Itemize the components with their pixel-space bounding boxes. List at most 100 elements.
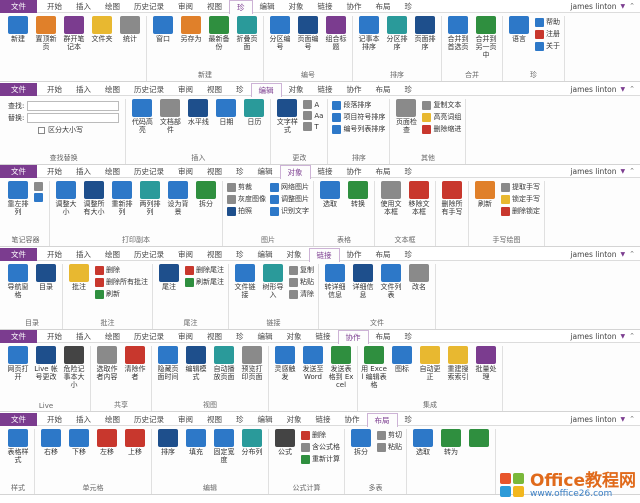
collapse-page-button[interactable]: 折叠页面 bbox=[234, 16, 260, 51]
move-down-button[interactable]: 下移 bbox=[66, 429, 92, 456]
select-button[interactable]: 选取 bbox=[317, 181, 343, 208]
comment-button[interactable]: 批注 bbox=[66, 264, 92, 291]
user-account[interactable]: james linton ▼ ⌃ bbox=[570, 167, 640, 176]
tab-item[interactable]: 对象 bbox=[280, 248, 309, 261]
tab-item[interactable]: 对象 bbox=[280, 330, 309, 343]
collapse-ribbon-icon[interactable]: ⌃ bbox=[629, 85, 637, 93]
edit-excel-button[interactable]: 用 Excel 编辑表格 bbox=[361, 346, 387, 389]
backup-button[interactable]: 最新备份 bbox=[206, 16, 232, 51]
user-account[interactable]: james linton ▼ ⌃ bbox=[570, 85, 640, 94]
tab-item[interactable]: 插入 bbox=[69, 165, 98, 178]
resize-all-button[interactable]: 调整所有大小 bbox=[81, 181, 107, 216]
distribute-button[interactable]: 分布列 bbox=[239, 429, 265, 456]
section-number-button[interactable]: 分区编号 bbox=[267, 16, 293, 51]
tab-item[interactable]: 协作 bbox=[337, 330, 369, 344]
excel-button[interactable] bbox=[466, 429, 492, 448]
tab-item[interactable]: 绘图 bbox=[98, 330, 127, 343]
merge-first-button[interactable]: 合并到首选页 bbox=[445, 16, 471, 51]
adjust-image-button[interactable]: 调整图片 bbox=[270, 194, 309, 204]
tab-item[interactable]: 珍 bbox=[229, 248, 251, 261]
crop-button[interactable]: 剪裁 bbox=[227, 182, 266, 192]
container-button[interactable] bbox=[34, 193, 45, 202]
delete-comment-button[interactable]: 删除 bbox=[95, 265, 148, 275]
to-details-button[interactable]: 转详细信息 bbox=[322, 264, 348, 299]
cut-button[interactable] bbox=[34, 182, 45, 191]
new-button[interactable]: 新建 bbox=[5, 16, 31, 43]
refresh-endnote-button[interactable]: 刷新尾注 bbox=[185, 277, 224, 287]
tab-item[interactable]: 视图 bbox=[200, 83, 229, 96]
autocorrect-button[interactable]: 自动更正 bbox=[417, 346, 443, 381]
tab-item[interactable]: 视图 bbox=[200, 0, 229, 13]
rearrange-button[interactable]: 重新排列 bbox=[109, 181, 135, 216]
tab-item[interactable]: 视图 bbox=[200, 248, 229, 261]
tab-item[interactable]: 链接 bbox=[311, 83, 340, 96]
recalculate-button[interactable]: 重新计算 bbox=[301, 454, 340, 464]
tab-item[interactable]: 历史记录 bbox=[127, 83, 171, 96]
calendar-button[interactable]: 日历 bbox=[241, 99, 267, 126]
collapse-ribbon-icon[interactable]: ⌃ bbox=[629, 2, 637, 10]
tab-item[interactable]: 协作 bbox=[340, 0, 369, 13]
endnote-button[interactable]: 尾注 bbox=[156, 264, 182, 291]
sort-paragraph-button[interactable]: 段落排序 bbox=[332, 100, 385, 110]
tab-item[interactable]: 绘图 bbox=[98, 165, 127, 178]
camera-button[interactable]: 拍照 bbox=[227, 206, 266, 216]
tab-item[interactable]: 编辑 bbox=[251, 248, 280, 261]
tab-file[interactable]: 文件 bbox=[0, 165, 37, 178]
date-button[interactable]: 日期 bbox=[213, 99, 239, 126]
print-preview-button[interactable]: 预览打印页面 bbox=[239, 346, 265, 381]
live-account-button[interactable]: Live 帐号更改 bbox=[33, 346, 59, 381]
two-column-button[interactable]: 两列排列 bbox=[137, 181, 163, 216]
delete-endnote-button[interactable]: 删除尾注 bbox=[185, 265, 224, 275]
text-effect-button[interactable]: T bbox=[303, 122, 323, 131]
set-background-button[interactable]: 设为背景 bbox=[165, 181, 191, 216]
tab-item[interactable]: 对象 bbox=[282, 83, 311, 96]
tab-item[interactable]: 绘图 bbox=[98, 83, 127, 96]
table-sort-button[interactable]: 排序 bbox=[155, 429, 181, 456]
tab-item[interactable]: 协作 bbox=[338, 413, 367, 426]
tab-item[interactable]: 视图 bbox=[200, 330, 229, 343]
collapse-ribbon-icon[interactable]: ⌃ bbox=[629, 167, 637, 175]
remove-textbox-button[interactable]: 移除文本框 bbox=[406, 181, 432, 216]
sort-section-button[interactable]: 分区排序 bbox=[384, 16, 410, 51]
tab-item[interactable]: 链接 bbox=[309, 330, 338, 343]
tab-item[interactable]: 开始 bbox=[40, 330, 69, 343]
grayscale-button[interactable]: 灰度图像 bbox=[227, 194, 266, 204]
save-as-button[interactable]: 另存为 bbox=[178, 16, 204, 43]
send-word-button[interactable]: 发送至 Word bbox=[300, 346, 326, 381]
user-account[interactable]: james linton ▼ ⌃ bbox=[570, 415, 640, 424]
tab-item[interactable]: 开始 bbox=[40, 413, 69, 426]
formula-cells-button[interactable]: 含公式格 bbox=[301, 442, 340, 452]
tab-item[interactable]: 链接 bbox=[311, 165, 340, 178]
convert-table-button[interactable]: 转为 bbox=[438, 429, 464, 456]
delete-formula-button[interactable]: 删除 bbox=[301, 430, 340, 440]
web-image-button[interactable]: 网络图片 bbox=[270, 182, 309, 192]
tab-item[interactable]: 珍 bbox=[229, 165, 251, 178]
tab-item[interactable]: 布局 bbox=[369, 330, 398, 343]
erase-ink-button[interactable]: 删除所有手写 bbox=[439, 181, 465, 216]
file-link-button[interactable]: 文件链接 bbox=[232, 264, 258, 299]
paste-link-button[interactable]: 粘贴 bbox=[289, 277, 314, 287]
select-author-button[interactable]: 选取作者内容 bbox=[94, 346, 120, 381]
collapse-ribbon-icon[interactable]: ⌃ bbox=[629, 332, 637, 340]
tree-import-button[interactable]: 树形导入 bbox=[260, 264, 286, 299]
find-input[interactable] bbox=[27, 101, 120, 111]
font-grow-button[interactable]: A bbox=[303, 100, 323, 109]
collapse-ribbon-icon[interactable]: ⌃ bbox=[629, 415, 637, 423]
highlight-phrase-button[interactable]: 高亮词组 bbox=[422, 112, 461, 122]
tab-item[interactable]: 珍 bbox=[398, 413, 420, 426]
clear-author-button[interactable]: 清除作者 bbox=[122, 346, 148, 381]
language-button[interactable]: 语言 bbox=[506, 16, 532, 43]
cut-table-button[interactable]: 剪切 bbox=[377, 430, 402, 440]
collapse-ribbon-icon[interactable]: ⌃ bbox=[629, 250, 637, 258]
nav-pane-button[interactable]: 导航窗格 bbox=[5, 264, 31, 299]
tab-item[interactable]: 视图 bbox=[200, 165, 229, 178]
tab-item[interactable]: 布局 bbox=[369, 165, 398, 178]
code-highlight-button[interactable]: 代码高亮 bbox=[129, 99, 155, 134]
formula-button[interactable]: 公式 bbox=[272, 429, 298, 456]
resize-button[interactable]: 调整大小 bbox=[53, 181, 79, 216]
tab-item[interactable]: 绘图 bbox=[98, 248, 127, 261]
tab-item[interactable]: 插入 bbox=[69, 413, 98, 426]
fill-button[interactable]: 填充 bbox=[183, 429, 209, 456]
paste-table-button[interactable]: 粘贴 bbox=[377, 442, 402, 452]
tab-item[interactable]: 珍 bbox=[398, 248, 420, 261]
